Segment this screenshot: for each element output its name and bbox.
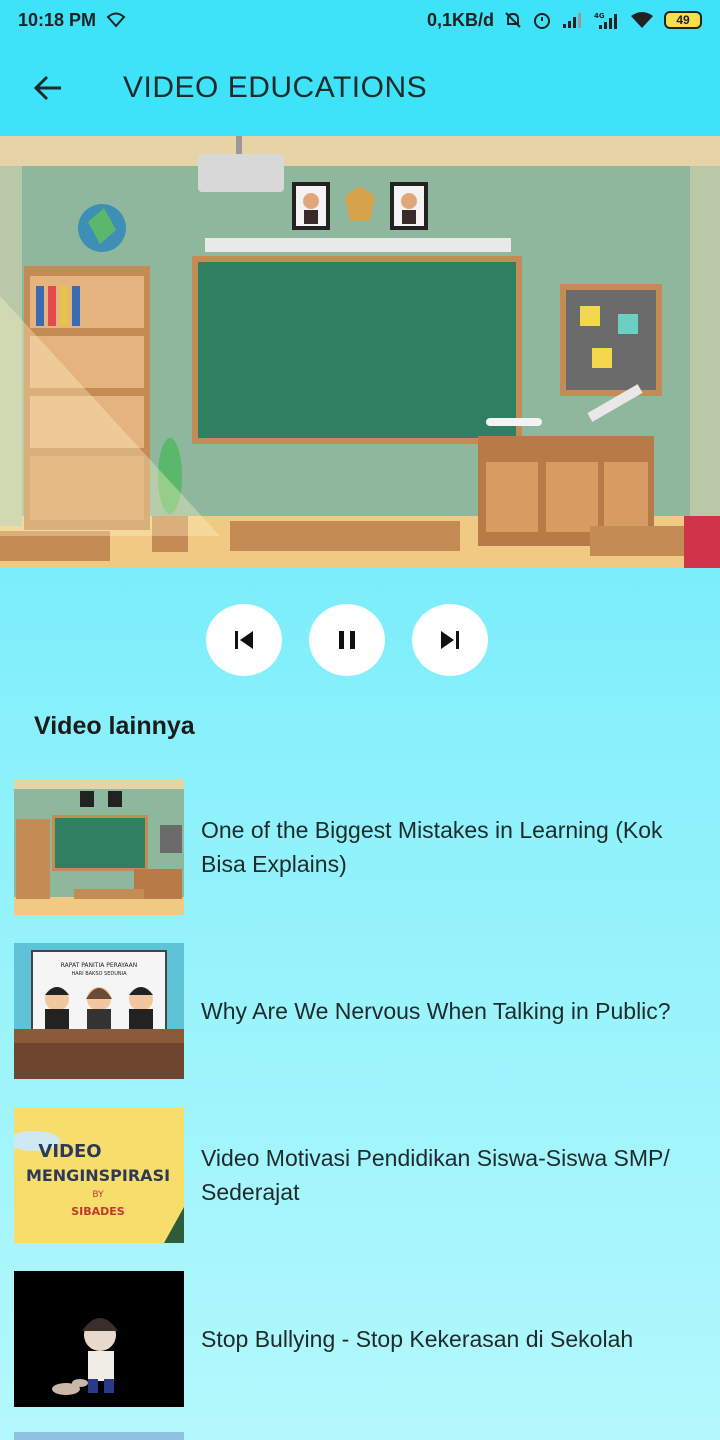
- previous-button[interactable]: [206, 604, 282, 676]
- wifi-icon: [106, 12, 126, 28]
- video-thumbnail[interactable]: [14, 1432, 184, 1440]
- status-time: 10:18 PM: [18, 9, 97, 30]
- signal-icon: [563, 13, 581, 28]
- battery-level: 49: [676, 13, 690, 27]
- video-player[interactable]: [0, 136, 720, 568]
- list-item[interactable]: RAPAT PANITIA PERAYAAN HARI BAKSO SEDUNI…: [14, 943, 704, 1079]
- video-title: Why Are We Nervous When Talking in Publi…: [201, 998, 671, 1024]
- list-item[interactable]: Stop Bullying - Stop Kekerasan di Sekola…: [14, 1271, 704, 1407]
- list-item[interactable]: One of the Biggest Mistakes in Learning …: [14, 779, 704, 915]
- thumb-text: VIDEO: [38, 1141, 101, 1162]
- page-title: VIDEO EDUCATIONS: [123, 71, 428, 104]
- thumb-text: SIBADES: [71, 1205, 125, 1218]
- thumb-text: BY: [92, 1190, 104, 1200]
- video-title: Stop Bullying - Stop Kekerasan di Sekola…: [201, 1326, 634, 1352]
- thumb-text: RAPAT PANITIA PERAYAAN: [61, 962, 138, 969]
- svg-text:4G: 4G: [594, 12, 605, 20]
- skip-previous-icon: [235, 631, 253, 649]
- video-title: Video Motivasi Pendidikan Siswa-Siswa SM…: [201, 1145, 670, 1205]
- wifi-icon: [631, 12, 653, 28]
- network-speed: 0,1KB/d: [426, 9, 494, 30]
- back-button[interactable]: [18, 58, 78, 118]
- alarm-icon: [534, 13, 550, 29]
- mute-icon: [505, 12, 521, 28]
- thumb-text: HARI BAKSO SEDUNIA: [71, 971, 127, 977]
- video-thumbnail: [14, 779, 184, 915]
- next-button[interactable]: [412, 604, 488, 676]
- section-title: Video lainnya: [34, 712, 195, 740]
- app-bar: VIDEO EDUCATIONS: [0, 40, 720, 136]
- list-item[interactable]: VIDEO MENGINSPIRASI BY SIBADES Video Mot…: [14, 1107, 704, 1243]
- video-thumbnail: RAPAT PANITIA PERAYAAN HARI BAKSO SEDUNI…: [14, 943, 184, 1079]
- pause-icon: [339, 631, 355, 649]
- video-thumbnail: [14, 1271, 184, 1407]
- video-thumbnail: VIDEO MENGINSPIRASI BY SIBADES: [14, 1107, 184, 1243]
- pause-button[interactable]: [309, 604, 385, 676]
- skip-next-icon: [441, 631, 459, 649]
- video-list: One of the Biggest Mistakes in Learning …: [14, 779, 704, 1435]
- signal-4g-icon: 4G: [594, 12, 617, 29]
- thumb-text: MENGINSPIRASI: [26, 1166, 170, 1185]
- player-controls: [206, 604, 488, 676]
- status-bar: 10:18 PM 0,1KB/d 4G 49: [0, 0, 720, 40]
- arrow-left-icon: [33, 75, 61, 101]
- battery-icon: 49: [664, 11, 702, 29]
- video-title: One of the Biggest Mistakes in Learning …: [201, 817, 663, 877]
- video-frame-image: [0, 136, 720, 568]
